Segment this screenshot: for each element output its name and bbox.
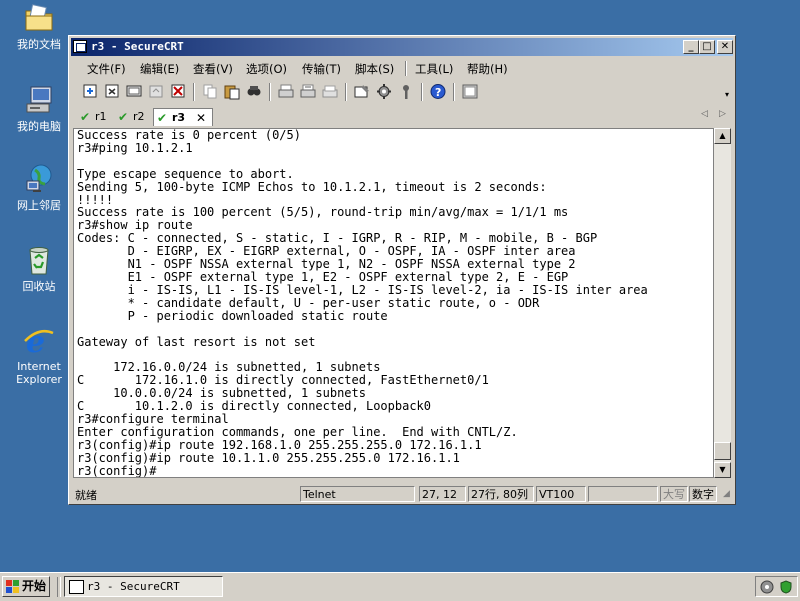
status-num-lock: 数字: [689, 486, 717, 502]
my-computer-icon: [23, 84, 55, 116]
desktop-icon-label: 我的电脑: [17, 120, 61, 133]
windows-logo-icon: [6, 580, 19, 593]
toolbar-separator: [453, 83, 455, 101]
desktop-icon-network-places[interactable]: 网上邻居: [3, 163, 75, 212]
paste-icon[interactable]: [223, 83, 241, 100]
global-options-icon[interactable]: [375, 83, 393, 100]
window-title: r3 - SecureCRT: [91, 40, 184, 53]
recycle-bin-icon: [23, 244, 55, 276]
close-tab-icon[interactable]: ✕: [196, 109, 206, 127]
connected-check-icon: ✔: [157, 111, 168, 125]
tab-label: r3: [172, 111, 186, 124]
tab-scroll-right-icon[interactable]: ▷: [719, 109, 726, 119]
tab-r3[interactable]: ✔ r3 ✕: [153, 108, 213, 126]
status-terminal-size: 27行, 80列: [468, 486, 534, 502]
scroll-thumb[interactable]: [714, 442, 731, 460]
about-icon[interactable]: [461, 83, 479, 100]
find-icon[interactable]: [245, 83, 263, 100]
menu-view[interactable]: 查看(V): [193, 61, 233, 77]
network-places-icon: [23, 163, 55, 195]
terminal-screen[interactable]: Success rate is 0 percent (0/5) r3#ping …: [73, 128, 714, 478]
help-icon[interactable]: ?: [429, 83, 447, 100]
toolbar-separator: [193, 83, 195, 101]
desktop-icon-my-documents[interactable]: 我的文档: [3, 2, 75, 51]
session-tabs: ✔ r1 ✔ r2 ✔ r3 ✕ ◁ ▷: [71, 106, 733, 126]
terminal-scrollbar[interactable]: ▲ ▼: [714, 128, 731, 478]
terminal-output: Success rate is 0 percent (0/5) r3#ping …: [77, 128, 648, 478]
toolbar-separator: [421, 83, 423, 101]
toolbar-separator: [269, 83, 271, 101]
connect-in-tab-icon[interactable]: [125, 83, 143, 100]
securecrt-window: r3 - SecureCRT _ □ ✕ 文件(F) 编辑(E) 查看(V) 选…: [68, 35, 736, 505]
internet-explorer-icon: e: [23, 324, 55, 360]
close-button[interactable]: ✕: [717, 40, 733, 54]
menu-file[interactable]: 文件(F): [87, 61, 126, 77]
start-label: 开始: [22, 579, 47, 593]
disconnect-icon[interactable]: [169, 83, 187, 100]
desktop-icon-internet-explorer[interactable]: e Internet Explorer: [3, 324, 75, 386]
menu-options[interactable]: 选项(O): [246, 61, 287, 77]
print-selection-icon[interactable]: [299, 83, 317, 100]
status-blank: [588, 486, 658, 502]
status-cursor-position: 27, 12: [419, 486, 466, 502]
scroll-up-button[interactable]: ▲: [714, 128, 731, 144]
toolbar-separator: [345, 83, 347, 101]
connected-check-icon: ✔: [118, 110, 129, 124]
tab-r2[interactable]: ✔ r2: [115, 108, 153, 126]
desktop-icon-label: 网上邻居: [17, 199, 61, 212]
securecrt-app-icon[interactable]: [73, 40, 87, 53]
network-status-icon[interactable]: [760, 580, 774, 597]
session-options-icon[interactable]: [353, 83, 371, 100]
taskbar-button-label: r3 - SecureCRT: [87, 580, 180, 593]
copy-icon[interactable]: [201, 83, 219, 100]
taskbar-separator: [57, 577, 61, 597]
status-caps-lock: 大写: [660, 486, 688, 502]
menu-help[interactable]: 帮助(H): [467, 61, 508, 77]
status-ready: 就绪: [75, 489, 97, 502]
toolbar-overflow-icon[interactable]: ▾: [725, 90, 729, 99]
taskbar: 开始 r3 - SecureCRT: [0, 572, 800, 601]
maximize-button[interactable]: □: [699, 40, 715, 54]
status-bar: 就绪 Telnet 27, 12 27行, 80列 VT100 大写 数字 ◢: [71, 486, 733, 502]
menu-separator: [405, 61, 407, 76]
status-emulation: VT100: [536, 486, 586, 502]
menu-tools[interactable]: 工具(L): [415, 61, 453, 77]
my-documents-icon: [23, 2, 55, 34]
securecrt-app-icon: [69, 580, 84, 594]
taskbar-button-securecrt[interactable]: r3 - SecureCRT: [64, 576, 223, 597]
minimize-button[interactable]: _: [683, 40, 699, 54]
menu-edit[interactable]: 编辑(E): [140, 61, 179, 77]
menu-script[interactable]: 脚本(S): [355, 61, 394, 77]
system-tray: [755, 576, 798, 597]
security-shield-icon[interactable]: [779, 580, 793, 597]
desktop-icon-my-computer[interactable]: 我的电脑: [3, 84, 75, 133]
status-protocol: Telnet: [300, 486, 415, 502]
tab-label: r2: [133, 110, 145, 123]
tab-scroll-left-icon[interactable]: ◁: [701, 109, 708, 119]
desktop-icon-recycle-bin[interactable]: 回收站: [3, 244, 75, 293]
quick-connect-icon[interactable]: [103, 83, 121, 100]
start-button[interactable]: 开始: [2, 576, 50, 597]
desktop-icon-label: Internet Explorer: [16, 360, 62, 386]
toolbar: ? ▾: [71, 80, 733, 104]
tab-label: r1: [95, 110, 107, 123]
connect-icon[interactable]: [81, 83, 99, 100]
reconnect-icon[interactable]: [147, 83, 165, 100]
print-icon[interactable]: [277, 83, 295, 100]
resize-grip-icon[interactable]: ◢: [723, 489, 730, 499]
scroll-down-button[interactable]: ▼: [714, 462, 731, 478]
menu-bar: 文件(F) 编辑(E) 查看(V) 选项(O) 传输(T) 脚本(S) 工具(L…: [71, 58, 733, 78]
svg-text:e: e: [26, 325, 45, 356]
connected-check-icon: ✔: [80, 110, 91, 124]
menu-transfer[interactable]: 传输(T): [302, 61, 341, 77]
print-setup-icon[interactable]: [321, 83, 339, 100]
title-bar[interactable]: r3 - SecureCRT _ □ ✕: [71, 38, 733, 56]
svg-text:?: ?: [435, 86, 441, 99]
tab-r1[interactable]: ✔ r1: [77, 108, 115, 126]
desktop-icon-label: 回收站: [22, 280, 56, 293]
keymap-icon[interactable]: [397, 83, 415, 100]
desktop-icon-label: 我的文档: [17, 38, 61, 51]
